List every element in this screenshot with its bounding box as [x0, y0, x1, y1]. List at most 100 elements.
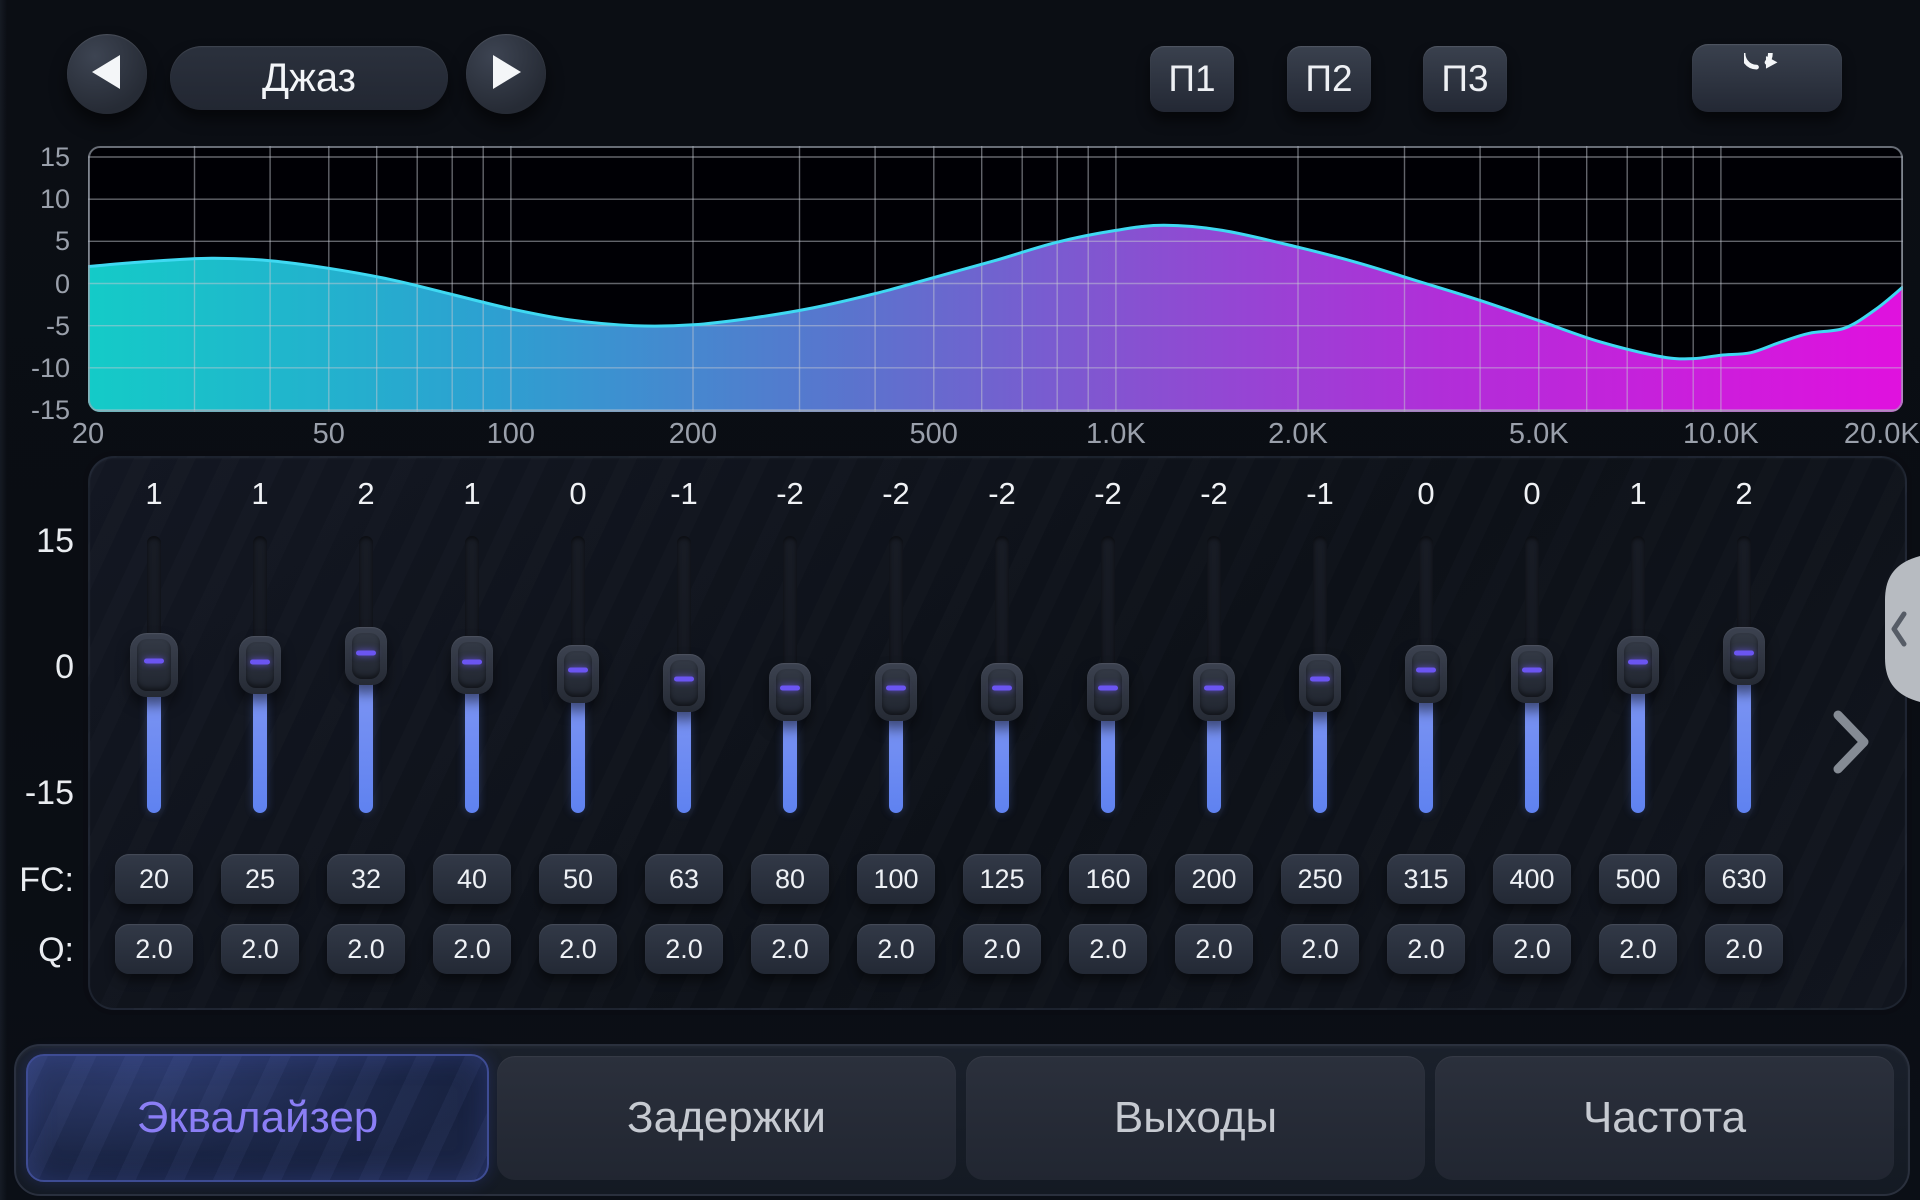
- thumb-inner: [776, 669, 804, 715]
- band-slider-thumb[interactable]: [1723, 627, 1765, 685]
- band-q-button[interactable]: 2.0: [221, 924, 299, 974]
- band-slider-thumb[interactable]: [1299, 654, 1341, 712]
- band-q-button[interactable]: 2.0: [1175, 924, 1253, 974]
- tab-delays[interactable]: Задержки: [497, 1056, 956, 1180]
- tab-equalizer[interactable]: Эквалайзер: [26, 1054, 489, 1182]
- band-fc-button[interactable]: 20: [115, 854, 193, 904]
- band-q-button[interactable]: 2.0: [115, 924, 193, 974]
- band-fc-button[interactable]: 80: [751, 854, 829, 904]
- band-fc-button[interactable]: 100: [857, 854, 935, 904]
- thumb-dash-icon: [780, 685, 800, 690]
- more-bands-button[interactable]: [1832, 710, 1872, 774]
- side-panel-pull-tab[interactable]: [1862, 556, 1920, 702]
- thumb-inner: [670, 660, 698, 706]
- memory-preset-2-label: П2: [1305, 58, 1352, 100]
- band-q-button[interactable]: 2.0: [857, 924, 935, 974]
- thumb-inner: [458, 642, 486, 688]
- band-gain-value: 2: [1691, 476, 1797, 512]
- thumb-inner: [1730, 633, 1758, 679]
- eq-band-250: -12502.0: [1267, 458, 1373, 1008]
- preset-name-display[interactable]: Джаз: [170, 46, 448, 110]
- preset-prev-button[interactable]: [67, 34, 147, 114]
- band-q-button[interactable]: 2.0: [1599, 924, 1677, 974]
- memory-preset-3-button[interactable]: П3: [1423, 46, 1507, 112]
- eq-band-20: 1 20 2.0: [101, 458, 207, 1008]
- tab-frequency[interactable]: Частота: [1435, 1056, 1894, 1180]
- thumb-inner: [1200, 669, 1228, 715]
- band-gain-value: 1: [207, 476, 313, 512]
- band-fc-button[interactable]: 40: [433, 854, 511, 904]
- band-q-button[interactable]: 2.0: [1493, 924, 1571, 974]
- band-slider-thumb[interactable]: [981, 663, 1023, 721]
- band-slider-thumb[interactable]: [1087, 663, 1129, 721]
- band-q-button[interactable]: 2.0: [1069, 924, 1147, 974]
- band-slider-thumb[interactable]: [1193, 663, 1235, 721]
- thumb-inner: [1306, 660, 1334, 706]
- band-q-button[interactable]: 2.0: [327, 924, 405, 974]
- tab-outputs[interactable]: Выходы: [966, 1056, 1425, 1180]
- tab-outputs-label: Выходы: [1114, 1093, 1277, 1143]
- band-fc-button[interactable]: 200: [1175, 854, 1253, 904]
- eq-panel: 1202.01252.02322.01402.00502.0-1632.0-28…: [88, 456, 1907, 1010]
- eq-band-100: -21002.0: [843, 458, 949, 1008]
- band-q-button[interactable]: 2.0: [963, 924, 1041, 974]
- band-q-button[interactable]: 2.0: [645, 924, 723, 974]
- band-slider-thumb[interactable]: [451, 636, 493, 694]
- band-q-button[interactable]: 2.0: [1281, 924, 1359, 974]
- memory-preset-3-label: П3: [1441, 58, 1488, 100]
- band-fc-button[interactable]: 63: [645, 854, 723, 904]
- thumb-dash-icon: [1734, 650, 1754, 655]
- band-gain-value: 1: [101, 476, 207, 512]
- band-q-button[interactable]: 2.0: [539, 924, 617, 974]
- graph-y-axis: 151050-5-10-15: [0, 146, 74, 412]
- reset-button[interactable]: [1692, 44, 1842, 112]
- equalizer-screen: Джаз П1 П2 П3 151050-5-10-15 20 50 100 200 5…: [0, 0, 1920, 1200]
- thumb-inner: [352, 633, 380, 679]
- thumb-inner: [1094, 669, 1122, 715]
- band-slider-thumb[interactable]: [1405, 645, 1447, 703]
- band-fc-button[interactable]: 32: [327, 854, 405, 904]
- eq-band-125: -21252.0: [949, 458, 1055, 1008]
- y-tick-label: -5: [0, 311, 70, 341]
- band-fc-button[interactable]: 25: [221, 854, 299, 904]
- thumb-dash-icon: [886, 685, 906, 690]
- band-slider-thumb[interactable]: [239, 636, 281, 694]
- band-slider-thumb[interactable]: [1511, 645, 1553, 703]
- band-fc-button[interactable]: 315: [1387, 854, 1465, 904]
- band-slider-thumb[interactable]: [557, 645, 599, 703]
- eq-band-80: -2802.0: [737, 458, 843, 1008]
- band-slider-thumb[interactable]: [663, 654, 705, 712]
- thumb-dash-icon: [568, 668, 588, 673]
- frequency-response-graph: [88, 146, 1903, 412]
- band-fc-button[interactable]: 250: [1281, 854, 1359, 904]
- eq-band-25: 1 25 2.0: [207, 458, 313, 1008]
- band-fc-button[interactable]: 500: [1599, 854, 1677, 904]
- band-fc-button[interactable]: 50: [539, 854, 617, 904]
- preset-next-button[interactable]: [466, 34, 546, 114]
- band-q-button[interactable]: 2.0: [1387, 924, 1465, 974]
- right-triangle-icon: [489, 53, 523, 96]
- memory-preset-2-button[interactable]: П2: [1287, 46, 1371, 112]
- band-slider-thumb[interactable]: [1617, 636, 1659, 694]
- band-fc-button[interactable]: 630: [1705, 854, 1783, 904]
- thumb-dash-icon: [1416, 668, 1436, 673]
- band-slider-thumb[interactable]: [769, 663, 811, 721]
- x-tick-label: 500: [910, 418, 958, 451]
- eq-band-315: 03152.0: [1373, 458, 1479, 1008]
- band-slider-thumb[interactable]: [130, 633, 178, 697]
- thumb-dash-icon: [1628, 659, 1648, 664]
- q-row-label: Q:: [0, 931, 74, 970]
- band-q-button[interactable]: 2.0: [1705, 924, 1783, 974]
- eq-band-63: -1632.0: [631, 458, 737, 1008]
- thumb-inner: [564, 651, 592, 697]
- band-fc-button[interactable]: 160: [1069, 854, 1147, 904]
- band-slider-thumb[interactable]: [345, 627, 387, 685]
- band-fc-button[interactable]: 125: [963, 854, 1041, 904]
- tab-delays-label: Задержки: [627, 1093, 826, 1143]
- band-q-button[interactable]: 2.0: [433, 924, 511, 974]
- x-tick-label: 200: [669, 418, 717, 451]
- band-fc-button[interactable]: 400: [1493, 854, 1571, 904]
- band-q-button[interactable]: 2.0: [751, 924, 829, 974]
- memory-preset-1-button[interactable]: П1: [1150, 46, 1234, 112]
- band-slider-thumb[interactable]: [875, 663, 917, 721]
